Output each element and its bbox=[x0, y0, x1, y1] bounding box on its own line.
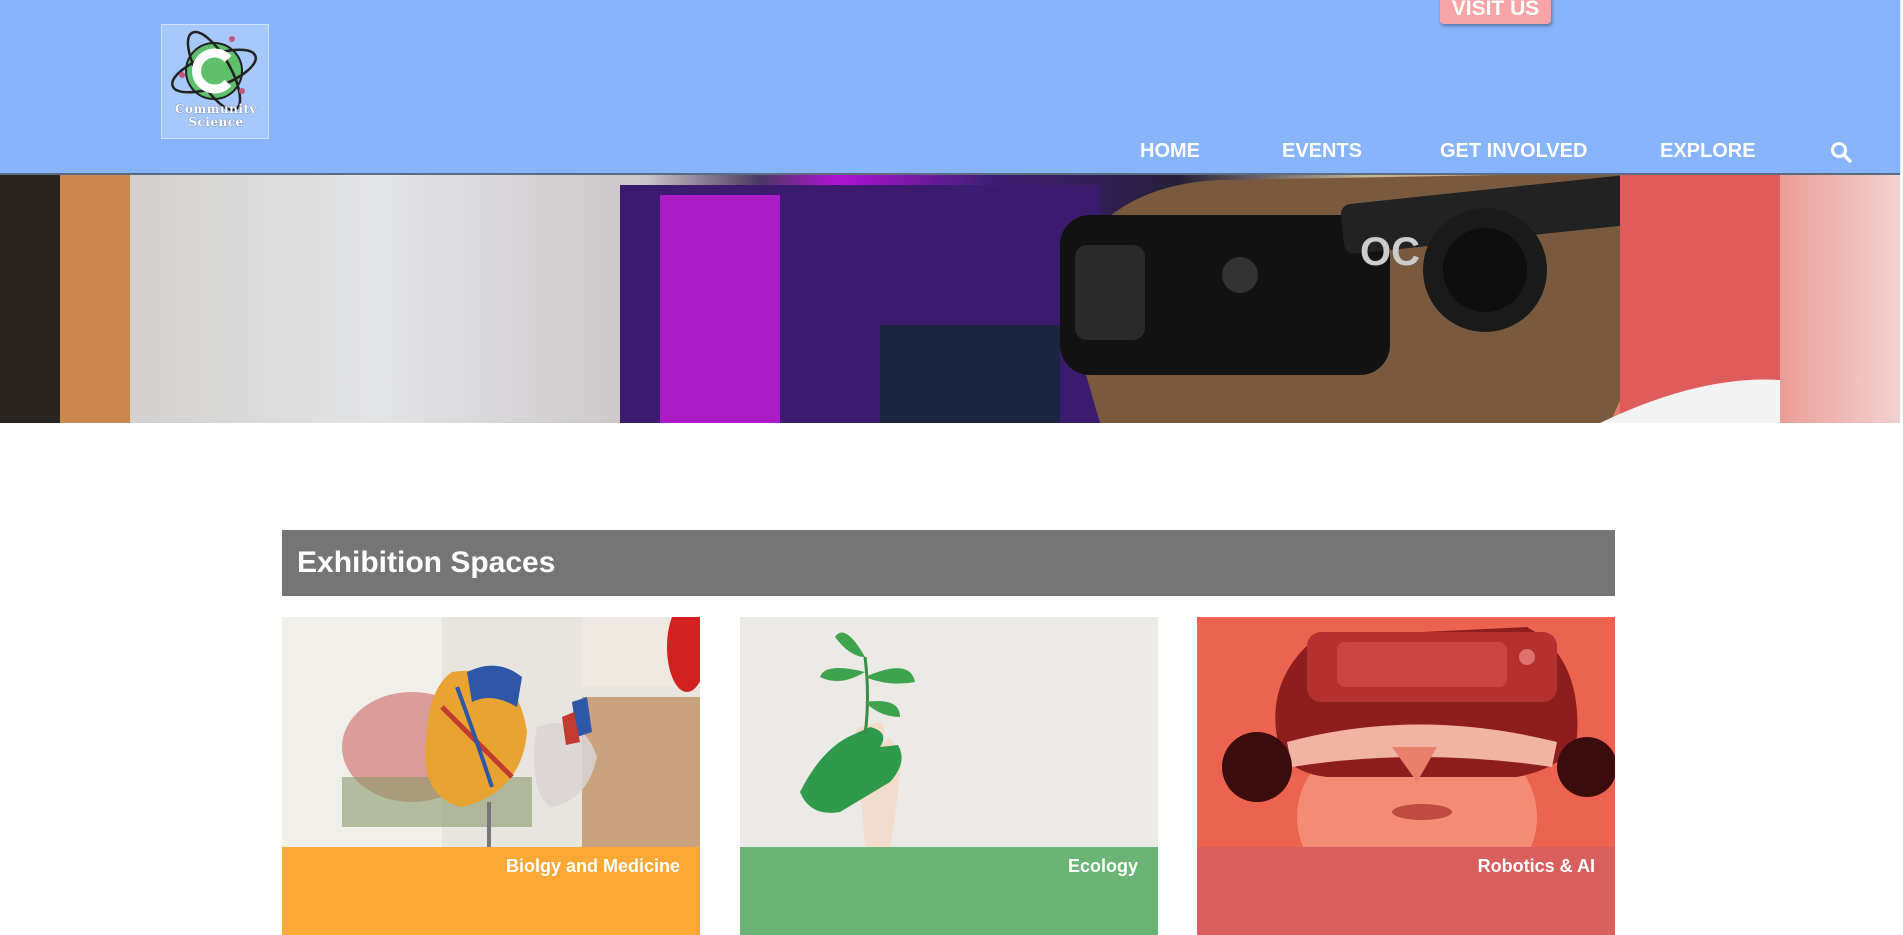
nav-get-involved[interactable]: GET INVOLVED bbox=[1440, 138, 1587, 164]
exhibitions-header: Exhibition Spaces bbox=[282, 530, 1615, 596]
card-label-bar: Biolgy and Medicine bbox=[282, 847, 700, 935]
exhibit-card-robotics[interactable]: Robotics & AI bbox=[1197, 617, 1615, 935]
plant-hand-image bbox=[740, 617, 1158, 847]
card-label-robotics: Robotics & AI bbox=[1477, 856, 1595, 876]
hero-banner: OC bbox=[0, 175, 1900, 423]
search-icon[interactable] bbox=[1830, 141, 1852, 163]
exhibit-card-ecology[interactable]: Ecology bbox=[740, 617, 1158, 935]
vr-hero-photo: OC bbox=[0, 175, 1780, 423]
exhibit-card-biology[interactable]: Biolgy and Medicine bbox=[282, 617, 700, 935]
card-label-bar: Robotics & AI bbox=[1197, 847, 1615, 935]
site-header: VISIT US Community Science HOME EVENTS G… bbox=[0, 0, 1900, 175]
heart-model-photo bbox=[282, 617, 700, 847]
svg-text:OC: OC bbox=[1360, 230, 1420, 274]
vr-headset-red-photo bbox=[1197, 617, 1615, 847]
green-hand-plant-photo bbox=[740, 617, 1158, 847]
visit-us-button[interactable]: VISIT US bbox=[1440, 0, 1551, 24]
nav-events[interactable]: EVENTS bbox=[1282, 138, 1362, 164]
heart-model-image bbox=[282, 617, 700, 847]
vr-headset-image bbox=[1197, 617, 1615, 847]
nav-explore[interactable]: EXPLORE bbox=[1660, 138, 1756, 164]
logo-text-science: Science bbox=[188, 115, 244, 129]
card-label-biology: Biolgy and Medicine bbox=[505, 856, 680, 876]
exhibitions-title: Exhibition Spaces bbox=[297, 546, 556, 579]
card-label-ecology: Ecology bbox=[1067, 856, 1138, 876]
site-logo[interactable]: Community Science bbox=[161, 24, 269, 139]
nav-home[interactable]: HOME bbox=[1140, 138, 1200, 164]
card-label-bar: Ecology bbox=[740, 847, 1158, 935]
